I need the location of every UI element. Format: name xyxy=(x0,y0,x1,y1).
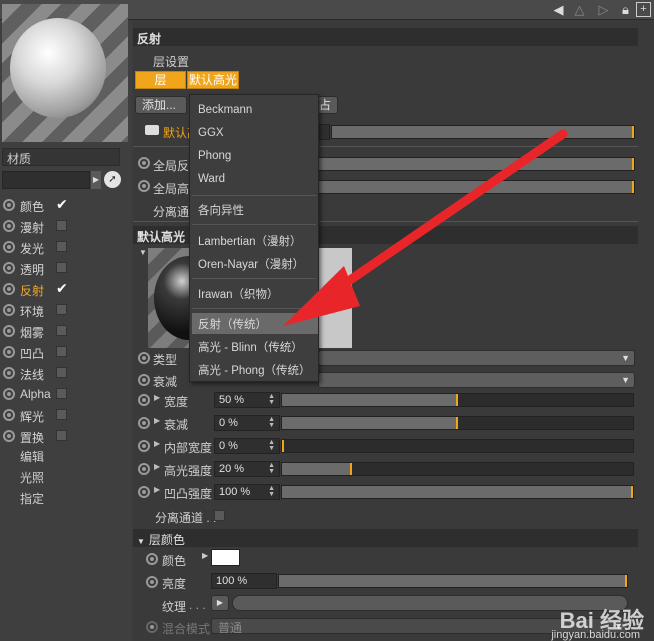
annotation-arrow xyxy=(283,129,568,326)
baidu-watermark-url: jingyan.baidu.com xyxy=(551,629,640,641)
